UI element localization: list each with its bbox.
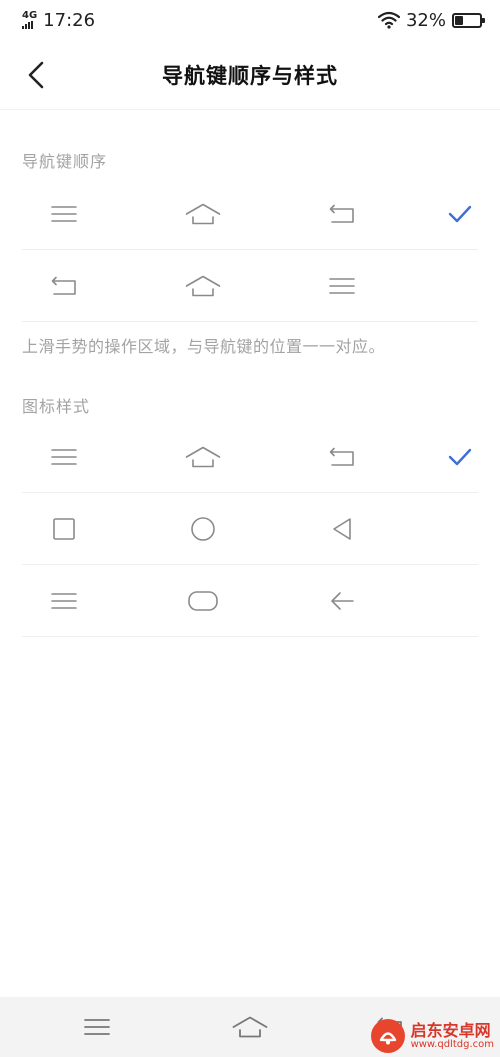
home-icon [185,203,221,225]
back-button[interactable] [18,57,54,93]
clock: 17:26 [43,9,96,31]
network-indicator: 4G [22,11,37,29]
circle-icon [191,517,215,541]
triangle-back-icon [333,518,351,540]
gesture-note: 上滑手势的操作区域，与导航键的位置一一对应。 [22,337,386,356]
home-icon [185,275,221,297]
checkmark-icon [448,448,472,466]
style-option-1[interactable] [22,421,478,493]
order-option-1[interactable] [22,178,478,250]
order-option-2[interactable] [22,250,478,322]
home-icon [232,1016,268,1038]
watermark-url: www.qdltdg.com [410,1039,494,1051]
screen: 4G 17:26 32% 导航键顺序与样式 导航键顺序 上滑手势的操作区域，与导… [0,0,500,1057]
wifi-icon [377,11,400,29]
arrow-left-icon [331,592,354,610]
menu-icon [329,278,355,294]
home-icon [185,446,221,468]
network-type: 4G [22,10,38,21]
section-title-style: 图标样式 [22,397,91,416]
nav-home-button[interactable] [215,997,285,1057]
watermark: 启东安卓网 www.qdltdg.com [370,1019,494,1053]
style-option-2[interactable] [22,493,478,565]
battery-level [455,15,463,25]
page-title: 导航键顺序与样式 [162,63,338,88]
style-option-3[interactable] [22,565,478,637]
navigation-bar: 启东安卓网 www.qdltdg.com [0,997,500,1057]
battery-icon [452,12,485,28]
status-bar: 4G 17:26 32% [0,0,500,40]
checkmark-icon [448,205,472,223]
watermark-name: 启东安卓网 [410,1020,491,1040]
menu-icon [51,449,77,465]
back-return-icon [51,276,76,295]
back-return-icon [329,204,354,223]
section-title-order: 导航键顺序 [22,152,108,171]
watermark-logo-icon [370,1019,405,1053]
menu-icon [51,206,77,222]
menu-icon [51,593,77,609]
menu-icon [84,1019,110,1035]
battery-percent: 32% [405,9,446,31]
back-return-icon [329,447,354,466]
square-icon [53,518,75,540]
title-bar: 导航键顺序与样式 [0,40,500,110]
pill-home-icon [188,591,218,611]
signal-icon [22,21,33,29]
chevron-left-icon [28,61,44,89]
nav-menu-button[interactable] [62,997,132,1057]
